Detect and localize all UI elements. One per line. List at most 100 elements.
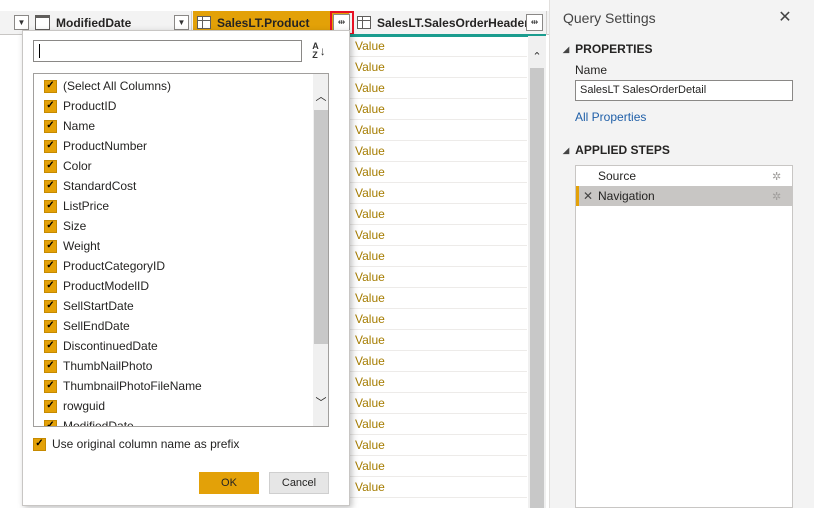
checkbox[interactable]: ✓ [44,119,57,133]
checkbox[interactable]: ✓ [44,279,57,293]
applied-steps-list: Source ✲ ✕ Navigation ✲ [575,165,793,508]
section-heading: PROPERTIES [575,42,653,56]
value-cell[interactable]: Value [350,288,527,309]
chevron-down-icon[interactable]: ﹀ [313,394,328,410]
gear-icon[interactable]: ✲ [772,190,781,203]
checkbox[interactable]: ✓ [44,339,57,353]
column-checkbox-item[interactable]: ✓ Color [34,156,92,176]
checkbox[interactable]: ✓ [44,319,57,333]
cancel-button[interactable]: Cancel [269,472,329,494]
value-cell[interactable]: Value [350,414,527,435]
column-checkbox-item[interactable]: ✓ Size [34,216,86,236]
value-cell[interactable]: Value [350,120,527,141]
column-checkbox-item[interactable]: ✓ ThumbnailPhotoFileName [34,376,202,396]
checkbox[interactable]: ✓ [44,359,57,373]
column-checkbox-item[interactable]: ✓ SellEndDate [34,316,130,336]
scrollbar-thumb[interactable] [314,110,328,344]
sort-az-icon[interactable]: A Z ↓ [309,40,329,62]
value-cell[interactable]: Value [350,267,527,288]
value-cell[interactable]: Value [350,372,527,393]
checkbox[interactable]: ✓ [44,199,57,213]
value-column: Value Value Value Value Value Value Value Value… [350,36,527,498]
step-source[interactable]: Source ✲ [576,166,792,186]
value-cell[interactable]: Value [350,246,527,267]
column-checkbox-item[interactable]: ✓ ThumbNailPhoto [34,356,152,376]
value-cell[interactable]: Value [350,435,527,456]
value-cell[interactable]: Value [350,351,527,372]
column-checkbox-item[interactable]: ✓ ListPrice [34,196,109,216]
column-checkbox-item[interactable]: ✓ ModifiedDate [34,416,134,427]
all-properties-link[interactable]: All Properties [575,110,646,124]
prefix-option[interactable]: ✓ Use original column name as prefix [33,435,239,453]
checkbox[interactable]: ✓ [44,159,57,173]
section-heading: APPLIED STEPS [575,143,670,157]
value-cell[interactable]: Value [350,36,527,57]
column-checkbox-item[interactable]: ✓ StandardCost [34,176,136,196]
applied-steps-section-header[interactable]: ◢ APPLIED STEPS [563,141,670,159]
checkbox[interactable]: ✓ [33,437,46,451]
value-cell[interactable]: Value [350,393,527,414]
column-header-saleslt-salesorderheader[interactable]: SalesLT.SalesOrderHeader ⇹ [355,11,547,35]
value-cell[interactable]: Value [350,309,527,330]
value-cell[interactable]: Value [350,99,527,120]
scrollbar-thumb[interactable] [530,68,544,508]
gear-icon[interactable]: ✲ [772,170,781,183]
column-name-label: ModifiedDate [63,419,134,427]
scroll-up-icon[interactable]: ⌃ [528,50,546,63]
value-cell[interactable]: Value [350,456,527,477]
column-name-label: SellEndDate [63,319,130,333]
column-name-label: Size [63,219,87,233]
value-cell[interactable]: Value [350,78,527,99]
column-checkbox-item[interactable]: ✓ ProductModelID [34,276,149,296]
column-checkbox-item[interactable]: ✓ Weight [34,236,100,256]
name-label: Name [575,63,608,77]
grid-vertical-scrollbar[interactable]: ⌃ [528,36,546,508]
value-cell[interactable]: Value [350,330,527,351]
value-cell[interactable]: Value [350,141,527,162]
value-cell[interactable]: Value [350,204,527,225]
query-name-field[interactable]: SalesLT SalesOrderDetail [575,80,793,101]
column-name-label: ProductNumber [63,139,148,153]
chevron-up-icon[interactable]: ︿ [313,88,328,104]
column-checkbox-item[interactable]: ✓ rowguid [34,396,105,416]
checkbox[interactable]: ✓ [44,179,57,193]
checkbox[interactable]: ✓ [44,239,57,253]
checkbox[interactable]: ✓ [44,299,57,313]
close-icon[interactable]: ✕ [776,7,794,27]
checkbox[interactable]: ✓ [44,99,57,113]
text-cursor [39,44,40,58]
properties-section-header[interactable]: ◢ PROPERTIES [563,40,653,58]
collapse-triangle-icon: ◢ [563,145,570,155]
column-checkbox-item[interactable]: ✓ Name [34,116,95,136]
value-cell[interactable]: Value [350,162,527,183]
column-checkbox-item[interactable]: ✓ ProductCategoryID [34,256,165,276]
column-filter-dropdown[interactable]: ▼ [14,15,29,30]
column-name-label: SellStartDate [63,299,134,313]
checkbox[interactable]: ✓ [44,259,57,273]
column-checkbox-item[interactable]: ✓ (Select All Columns) [34,76,171,96]
expand-column-icon[interactable]: ⇹ [526,14,543,31]
column-checkbox-item[interactable]: ✓ ProductNumber [34,136,147,156]
value-cell[interactable]: Value [350,57,527,78]
delete-step-icon[interactable]: ✕ [583,189,593,203]
value-cell[interactable]: Value [350,183,527,204]
column-checkbox-item[interactable]: ✓ SellStartDate [34,296,134,316]
column-name-label: Color [63,159,92,173]
column-search-input[interactable] [33,40,302,62]
value-cell[interactable]: Value [350,477,527,498]
checkbox[interactable]: ✓ [44,399,57,413]
checkbox[interactable]: ✓ [44,379,57,393]
step-navigation[interactable]: ✕ Navigation ✲ [576,186,792,206]
column-checkbox-item[interactable]: ✓ DiscontinuedDate [34,336,158,356]
checkbox[interactable]: ✓ [44,219,57,233]
checkbox[interactable]: ✓ [44,139,57,153]
column-name-label: rowguid [63,399,106,413]
column-checkbox-item[interactable]: ✓ ProductID [34,96,116,116]
value-cell[interactable]: Value [350,225,527,246]
ok-button[interactable]: OK [199,472,259,494]
checkbox[interactable]: ✓ [44,419,57,426]
expand-column-icon[interactable]: ⇹ [333,14,350,31]
list-vertical-scrollbar[interactable]: ︿ ﹀ [313,74,328,426]
checkbox[interactable]: ✓ [44,79,57,93]
column-filter-dropdown[interactable]: ▼ [174,15,189,30]
